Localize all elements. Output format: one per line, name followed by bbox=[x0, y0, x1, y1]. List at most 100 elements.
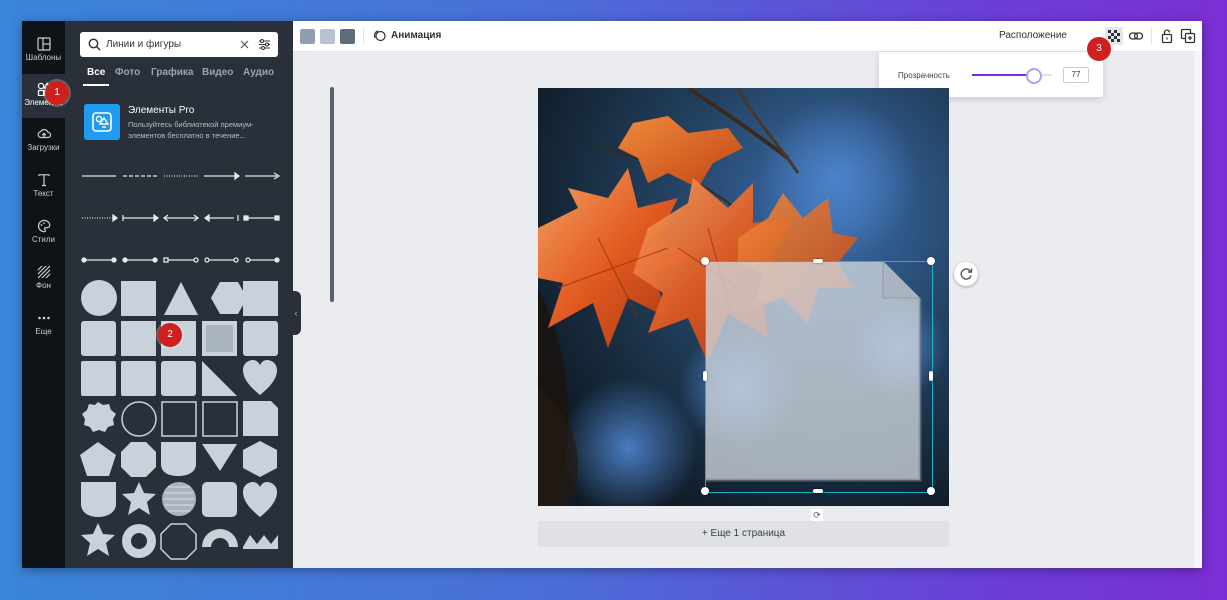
shape-banner[interactable] bbox=[81, 482, 116, 517]
shape-square-outline[interactable] bbox=[161, 401, 197, 437]
slider-thumb[interactable] bbox=[1025, 68, 1042, 84]
shape-octagon[interactable] bbox=[121, 442, 156, 477]
tab-audio[interactable]: Аудио bbox=[243, 67, 274, 78]
shape-rounded-square-3[interactable] bbox=[202, 482, 237, 517]
rotate-handle[interactable]: ⟳ bbox=[811, 509, 823, 521]
line-dotted-arrow[interactable] bbox=[82, 213, 119, 223]
transparency-label: Прозрачность bbox=[898, 71, 950, 80]
shape-square-2[interactable] bbox=[243, 281, 278, 316]
delete-button[interactable] bbox=[1200, 28, 1202, 44]
shape-hexagon[interactable] bbox=[211, 282, 247, 314]
resize-handle-left[interactable] bbox=[703, 371, 707, 381]
line-arrow-open[interactable] bbox=[245, 172, 280, 180]
editor-window: Шаблоны Элементы Загрузки Текст Стили Фо… bbox=[22, 21, 1202, 568]
resize-handle-br[interactable] bbox=[927, 487, 935, 495]
sidebar-item-templates[interactable]: Шаблоны bbox=[22, 29, 65, 73]
shape-octagon-outline[interactable] bbox=[160, 523, 197, 560]
line-circle-ends[interactable] bbox=[81, 257, 117, 263]
color-swatch-3[interactable] bbox=[340, 29, 355, 44]
top-toolbar: Анимация Расположение bbox=[293, 21, 1202, 52]
search-icon bbox=[88, 38, 101, 51]
line-double-arrow[interactable] bbox=[162, 214, 200, 222]
shape-square-6[interactable] bbox=[121, 361, 156, 396]
search-input[interactable] bbox=[106, 35, 232, 53]
sidebar-item-uploads[interactable]: Загрузки bbox=[22, 119, 65, 163]
shape-circle[interactable] bbox=[81, 280, 117, 316]
clear-search-icon[interactable] bbox=[240, 40, 249, 49]
duplicate-button[interactable] bbox=[1180, 28, 1196, 44]
shape-rounded-square[interactable] bbox=[81, 321, 116, 356]
page-refresh-button[interactable] bbox=[954, 262, 978, 286]
resize-handle-bottom[interactable] bbox=[813, 489, 823, 493]
shape-triangle[interactable] bbox=[164, 282, 198, 315]
line-arrow[interactable] bbox=[204, 171, 241, 181]
resize-handle-top[interactable] bbox=[813, 259, 823, 263]
position-button[interactable]: Расположение bbox=[999, 30, 1067, 41]
resize-handle-tr[interactable] bbox=[927, 257, 935, 265]
sidebar-item-background[interactable]: Фон bbox=[22, 257, 65, 301]
shape-arch[interactable] bbox=[202, 529, 238, 547]
rotate-icon: ⟳ bbox=[813, 510, 821, 520]
selection-frame[interactable] bbox=[705, 261, 933, 493]
color-swatch-2[interactable] bbox=[320, 29, 335, 44]
line-square-open[interactable] bbox=[163, 257, 199, 263]
shape-down-triangle[interactable] bbox=[202, 444, 237, 471]
toolbar-divider bbox=[363, 27, 364, 45]
tab-all[interactable]: Все bbox=[82, 67, 110, 86]
resize-handle-tl[interactable] bbox=[701, 257, 709, 265]
shape-square-outline-2[interactable] bbox=[202, 401, 238, 437]
shape-rounded-square-2[interactable] bbox=[243, 321, 278, 356]
collapse-panel-button[interactable]: ‹ bbox=[291, 291, 301, 335]
sidebar-item-text[interactable]: Текст bbox=[22, 165, 65, 209]
filter-icon[interactable] bbox=[258, 38, 271, 51]
shape-star[interactable] bbox=[122, 482, 156, 515]
line-double-arrow-filled[interactable] bbox=[203, 213, 239, 223]
color-swatch-1[interactable] bbox=[300, 29, 315, 44]
tab-graphics[interactable]: Графика bbox=[151, 67, 193, 78]
link-button[interactable] bbox=[1128, 28, 1144, 44]
resize-handle-bl[interactable] bbox=[701, 487, 709, 495]
shape-square-3[interactable] bbox=[121, 321, 156, 356]
pro-badge bbox=[84, 104, 120, 140]
sidebar-item-styles[interactable]: Стили bbox=[22, 211, 65, 255]
sidebar-item-label: Загрузки bbox=[27, 143, 60, 152]
lock-icon bbox=[1161, 29, 1173, 44]
shape-square-5[interactable] bbox=[81, 361, 116, 396]
panel-scrollbar[interactable] bbox=[330, 87, 334, 302]
resize-handle-right[interactable] bbox=[929, 371, 933, 381]
tab-photo[interactable]: Фото bbox=[115, 67, 140, 78]
shape-zigzag[interactable] bbox=[243, 535, 278, 549]
shape-right-triangle[interactable] bbox=[202, 361, 237, 396]
shape-ring[interactable] bbox=[122, 524, 156, 558]
more-icon bbox=[37, 316, 50, 320]
add-page-button[interactable]: + Еще 1 страница bbox=[538, 521, 949, 547]
shape-heart-2[interactable] bbox=[243, 482, 277, 517]
step-marker-3: 3 bbox=[1087, 37, 1111, 61]
shape-shield[interactable] bbox=[161, 442, 196, 476]
line-circle-dot[interactable] bbox=[122, 257, 158, 263]
shape-pentagon[interactable] bbox=[80, 442, 116, 476]
shape-star-2[interactable] bbox=[81, 523, 115, 556]
line-square-ends[interactable] bbox=[243, 215, 280, 221]
shape-circle-outline[interactable] bbox=[121, 401, 157, 437]
line-circle-arrow[interactable] bbox=[245, 257, 280, 263]
line-circle-open[interactable] bbox=[204, 257, 239, 263]
line-bar-arrow[interactable] bbox=[122, 213, 160, 223]
elements-panel: Все Фото Графика Видео Аудио Элементы Pr… bbox=[65, 21, 334, 568]
shape-hexagon-vertical[interactable] bbox=[243, 441, 277, 477]
animation-icon bbox=[373, 30, 386, 42]
shape-square-7[interactable] bbox=[161, 361, 196, 396]
trash-icon bbox=[1200, 28, 1202, 44]
shape-square[interactable] bbox=[121, 281, 156, 316]
shape-striped-circle[interactable] bbox=[162, 482, 196, 516]
shape-framed-square[interactable] bbox=[202, 321, 237, 356]
shape-heart[interactable] bbox=[243, 360, 277, 395]
sidebar-item-more[interactable]: Еще bbox=[22, 303, 65, 347]
lock-button[interactable] bbox=[1159, 28, 1175, 44]
shape-badge[interactable] bbox=[82, 402, 116, 432]
tab-video[interactable]: Видео bbox=[202, 67, 233, 78]
canvas-scrollbar[interactable] bbox=[1194, 51, 1202, 568]
pro-elements-promo[interactable]: Элементы Pro Пользуйтесь библиотекой пре… bbox=[80, 102, 280, 142]
shape-folded-page[interactable] bbox=[243, 401, 278, 436]
transparency-value-input[interactable]: 77 bbox=[1063, 67, 1089, 83]
